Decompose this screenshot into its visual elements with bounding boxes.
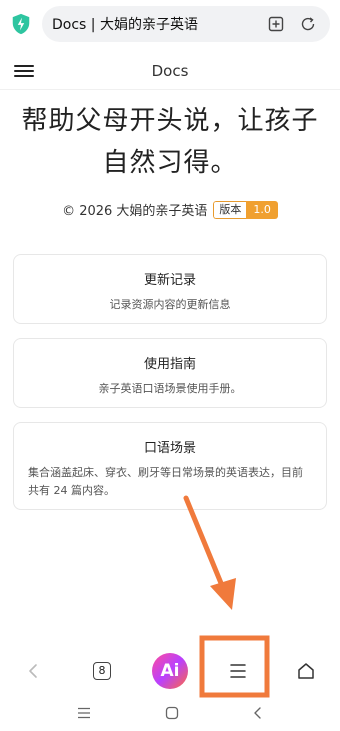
hero-tagline: 帮助父母开头说，让孩子自然习得。 [21,106,319,178]
version-badge-value: 1.0 [246,200,278,219]
version-badge: 版本 1.0 [213,200,278,219]
add-bookmark-icon[interactable] [266,14,286,34]
card-desc: 集合涵盖起床、穿衣、刷牙等日常场景的英语表达，目前共有 24 篇内容。 [28,466,303,497]
annotation-arrow-head [210,578,236,610]
tabs-button[interactable]: 8 [77,646,127,696]
home-button[interactable] [281,646,331,696]
recents-icon[interactable] [77,707,91,719]
card-changelog[interactable]: 更新记录 记录资源内容的更新信息 [13,254,327,324]
site-header: Docs [0,52,340,90]
system-back-icon[interactable] [253,706,263,720]
hero-section: 帮助父母开头说，让孩子自然习得。 © 2026 大娟的亲子英语 版本 1.0 [0,100,340,219]
card-title: 更新记录 [143,273,196,288]
home-icon [298,663,314,679]
hero-meta: © 2026 大娟的亲子英语 版本 1.0 [0,200,340,219]
annotation-arrow-shaft [183,495,226,591]
browser-bar: Docs | 大娟的亲子英语 [0,0,340,48]
site-title[interactable]: Docs [0,62,340,80]
menu-icon [230,664,246,678]
card-user-guide[interactable]: 使用指南 亲子英语口语场景使用手册。 [13,338,327,408]
address-text[interactable]: Docs | 大娟的亲子英语 [52,14,254,34]
card-desc: 亲子英语口语场景使用手册。 [98,382,242,395]
hamburger-icon[interactable] [14,62,34,80]
browser-toolbar: 8 Ai [0,636,340,706]
card-desc: 记录资源内容的更新信息 [109,298,231,311]
version-badge-label: 版本 [213,200,247,219]
copyright-text: © 2026 大娟的亲子英语 [62,204,208,219]
tabs-icon: 8 [93,662,111,680]
back-button[interactable] [9,646,59,696]
card-speaking-scenes[interactable]: 口语场景 集合涵盖起床、穿衣、刷牙等日常场景的英语表达，目前共有 24 篇内容。 [13,422,327,510]
refresh-icon[interactable] [298,14,318,34]
shield-icon[interactable] [10,13,32,35]
menu-button[interactable] [213,646,263,696]
ai-button[interactable]: Ai [145,646,195,696]
back-icon [29,664,37,678]
card-title: 使用指南 [143,357,196,372]
ai-icon: Ai [152,653,188,689]
system-home-icon[interactable] [165,706,179,720]
card-title: 口语场景 [143,441,196,456]
address-bar[interactable]: Docs | 大娟的亲子英语 [42,6,330,42]
system-nav-bar [0,700,340,726]
